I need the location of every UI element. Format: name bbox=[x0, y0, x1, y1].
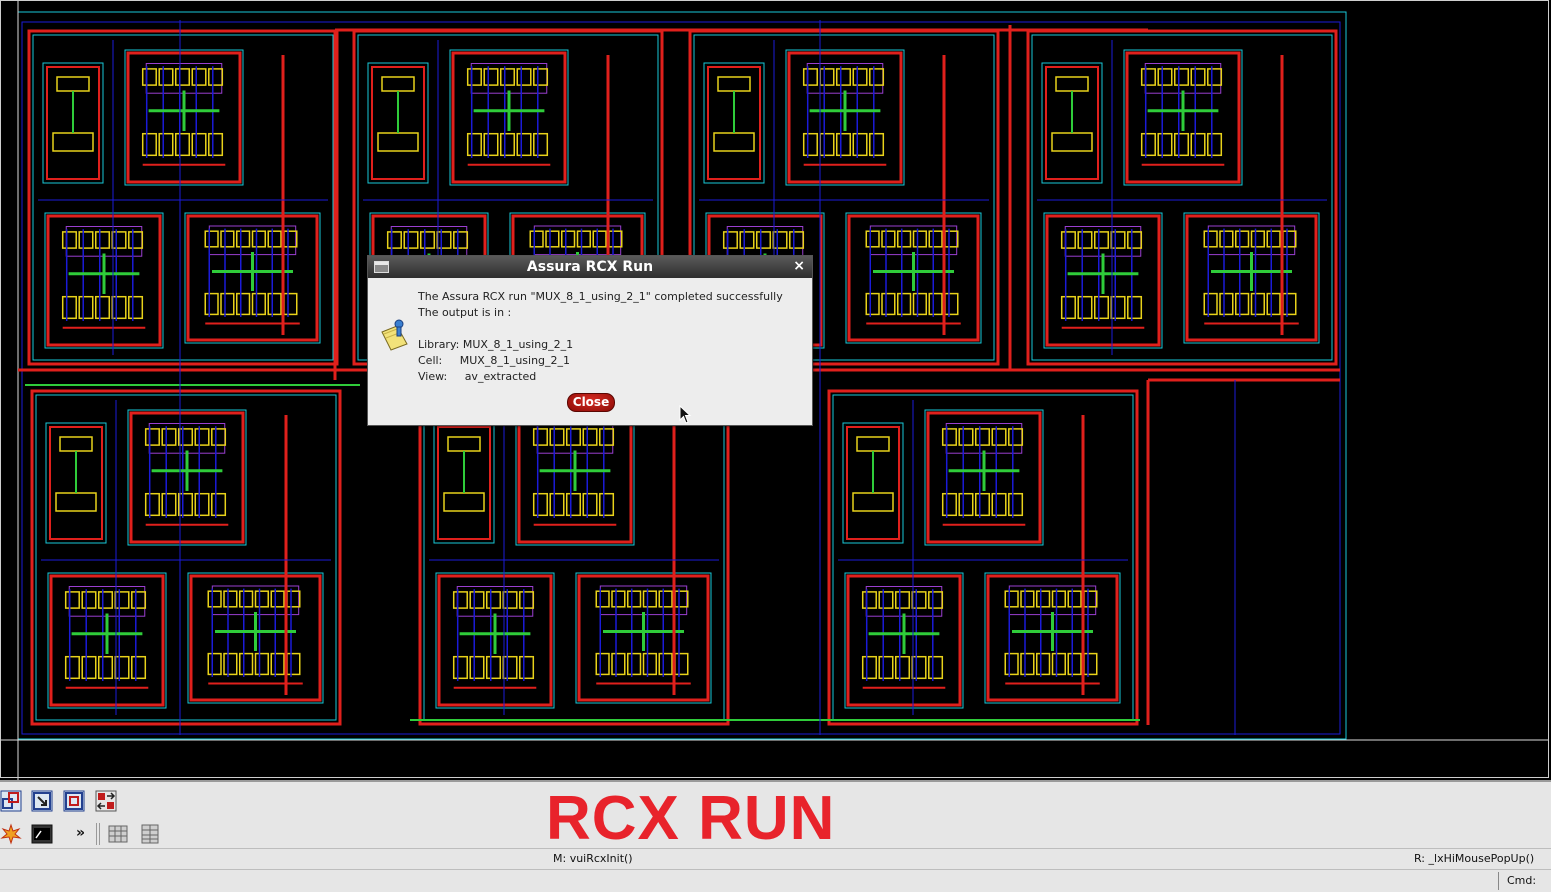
success-message: The Assura RCX run "MUX_8_1_using_2_1" c… bbox=[418, 290, 783, 303]
mouse-status-bar: M: vuiRcxInit() R: _lxHiMousePopUp() bbox=[0, 848, 1551, 870]
view-line: View: av_extracted bbox=[418, 370, 537, 383]
mouse-cursor-icon bbox=[679, 405, 692, 424]
dialog-body: The Assura RCX run "MUX_8_1_using_2_1" c… bbox=[368, 278, 812, 425]
info-note-icon bbox=[381, 319, 408, 351]
toolbar-separator bbox=[99, 823, 100, 845]
mouse-right-binding: R: _lxHiMousePopUp() bbox=[1414, 852, 1535, 865]
cmd-field[interactable]: Cmd: bbox=[1498, 872, 1551, 890]
explode-icon[interactable] bbox=[0, 823, 22, 845]
cell-line: Cell: MUX_8_1_using_2_1 bbox=[418, 354, 571, 367]
toolbar-separator bbox=[96, 823, 97, 845]
zoom-in-icon[interactable] bbox=[31, 790, 53, 812]
rcx-run-caption: RCX RUN bbox=[546, 784, 836, 853]
command-bar: Cmd: bbox=[0, 869, 1551, 892]
table-icon[interactable] bbox=[139, 823, 161, 845]
pan-icon[interactable] bbox=[95, 790, 117, 812]
library-line: Library: MUX_8_1_using_2_1 bbox=[418, 338, 574, 351]
assura-rcx-dialog: Assura RCX Run × The Assura RCX run "MUX… bbox=[367, 255, 813, 426]
zoom-out-icon[interactable] bbox=[63, 790, 85, 812]
dialog-titlebar[interactable]: Assura RCX Run × bbox=[368, 256, 812, 278]
close-icon[interactable]: × bbox=[793, 258, 805, 274]
mouse-left-binding: M: vuiRcxInit() bbox=[553, 852, 633, 865]
zoom-fit-icon[interactable] bbox=[0, 790, 22, 812]
grid-icon[interactable] bbox=[107, 823, 129, 845]
terminal-icon[interactable] bbox=[31, 823, 53, 845]
cmd-label: Cmd: bbox=[1507, 874, 1537, 887]
close-button[interactable]: Close bbox=[567, 393, 615, 412]
toolbar-overflow-button[interactable]: » bbox=[76, 825, 85, 841]
output-location-message: The output is in : bbox=[418, 306, 512, 319]
dialog-title: Assura RCX Run bbox=[526, 259, 654, 275]
